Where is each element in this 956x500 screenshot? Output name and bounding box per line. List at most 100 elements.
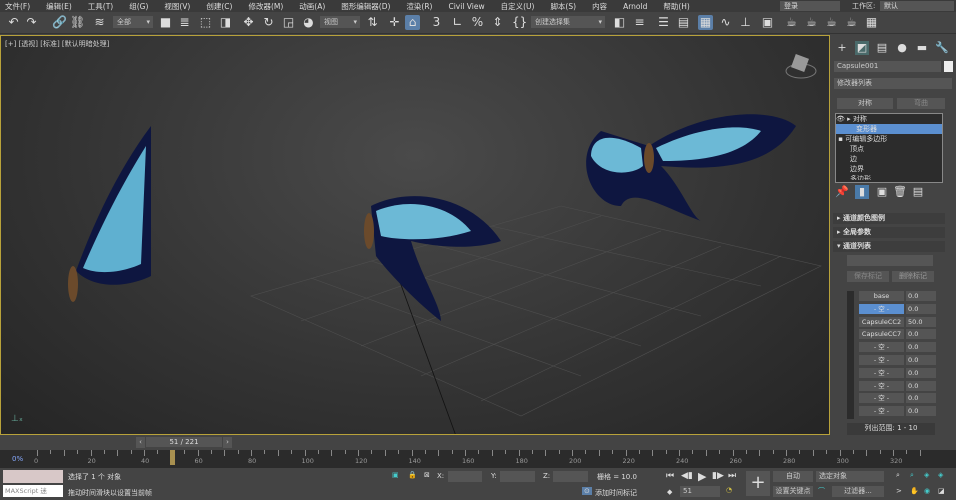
modifier-list-dropdown[interactable]: 修改器列表 (834, 78, 952, 89)
next-frame-button[interactable]: › (223, 437, 232, 448)
render-online-icon[interactable]: ▦ (864, 15, 879, 30)
channel-value-spinner[interactable]: 0.0 (906, 355, 936, 365)
channel-name-button[interactable]: CapsuleCC2 (859, 316, 904, 327)
stack-item[interactable]: 顶点 (836, 144, 942, 154)
channel-value-spinner[interactable]: 0.0 (906, 393, 936, 404)
channel-value-spinner[interactable]: 0.0 (906, 303, 936, 314)
select-by-name-icon[interactable]: ≣ (177, 15, 192, 30)
channel-value-spinner[interactable]: 0.0 (906, 367, 936, 378)
menu-item[interactable]: 文件(F) (0, 1, 41, 12)
filters-button[interactable]: 过滤器... (832, 486, 884, 497)
pan-icon[interactable]: ✋ (910, 487, 919, 495)
dope-sheet-icon[interactable]: ⊥ (738, 15, 753, 30)
menu-item[interactable]: 工具(T) (83, 1, 124, 12)
maximize-viewport-icon[interactable]: ◪ (938, 487, 945, 495)
percent-snap-icon[interactable]: % (470, 15, 485, 30)
channel-value-spinner[interactable]: 0.0 (906, 380, 936, 391)
prev-frame-button[interactable]: ‹ (136, 437, 145, 448)
butterfly-right[interactable] (586, 114, 796, 221)
selection-filter-dropdown[interactable]: 全部 (113, 16, 153, 28)
goto-end-icon[interactable]: ⏭ (728, 471, 736, 481)
stack-item[interactable]: ▪ 可编辑多边形 (836, 134, 942, 144)
make-unique-icon[interactable]: ▣ (875, 185, 889, 199)
channel-name-button[interactable]: - 空 - (859, 303, 904, 314)
manipulate-icon[interactable]: ✛ (387, 15, 402, 30)
motion-tab-icon[interactable]: ● (895, 41, 909, 55)
object-color-swatch[interactable] (944, 61, 953, 72)
set-key-big-icon[interactable]: + (746, 471, 770, 496)
modifier-stack[interactable]: 👁 ▸ 对称 变形器 ▪ 可编辑多边形 顶点 边 边界 多边形 (835, 113, 943, 183)
x-coord-input[interactable] (448, 471, 482, 482)
login-dropdown[interactable]: 登录 (780, 1, 840, 11)
play-icon[interactable]: ▶ (698, 470, 706, 483)
reference-coord-dropdown[interactable]: 视图 (320, 16, 360, 28)
stack-item-selected[interactable]: 变形器 (836, 124, 942, 134)
bend-button[interactable]: 弯曲 (897, 98, 945, 109)
rotate-icon[interactable]: ↻ (261, 15, 276, 30)
channel-row[interactable]: - 空 -0.0 (859, 406, 939, 417)
channel-row[interactable]: - 空 -0.0 (859, 367, 939, 378)
isolate-icon[interactable]: ▣ (392, 471, 399, 479)
menu-item[interactable]: 创建(C) (201, 1, 243, 12)
configure-sets-icon[interactable]: ▤ (911, 185, 925, 199)
goto-start-icon[interactable]: ⏮ (666, 471, 674, 481)
object-name-input[interactable]: Capsule001 (834, 61, 941, 72)
menu-item[interactable]: 渲染(R) (401, 1, 443, 12)
workspace-dropdown[interactable]: 默认 (880, 1, 954, 11)
butterfly-left[interactable] (68, 126, 151, 302)
rollout-channel-color-legend[interactable]: ▸ 通道颜色图例 (833, 213, 945, 224)
key-filter-dropdown[interactable]: 选定对象 (816, 471, 884, 482)
channel-row[interactable]: - 空 -0.0 (859, 342, 939, 353)
current-frame-input[interactable]: 51 (680, 486, 720, 497)
menu-item[interactable]: 脚本(S) (545, 1, 587, 12)
undo-icon[interactable]: ↶ (6, 15, 21, 30)
render-setup-icon[interactable]: ☕ (784, 15, 799, 30)
zoom-extents-all-icon[interactable]: ◈ (938, 471, 943, 479)
bind-spacewarp-icon[interactable]: ≋ (92, 15, 107, 30)
window-crossing-icon[interactable]: ◨ (218, 15, 233, 30)
menu-item[interactable]: 自定义(U) (496, 1, 546, 12)
menu-item[interactable]: 组(G) (124, 1, 159, 12)
modify-tab-icon[interactable]: ◩ (855, 41, 869, 55)
mirror-icon[interactable]: ◧ (612, 15, 627, 30)
create-tab-icon[interactable]: + (835, 41, 849, 55)
channel-name-button[interactable]: - 空 - (859, 393, 904, 404)
keyboard-shortcut-icon[interactable]: ⌂ (405, 15, 420, 30)
channel-row[interactable]: - 空 -0.0 (859, 355, 939, 365)
show-end-result-icon[interactable]: ▮ (855, 185, 869, 199)
menu-item[interactable]: 图形编辑器(D) (336, 1, 401, 12)
channel-name-button[interactable]: CapsuleCC7 (859, 329, 904, 340)
viewcube-icon[interactable] (785, 54, 817, 79)
key-tangent-icon[interactable]: ⌒ (818, 486, 825, 496)
channel-row[interactable]: CapsuleCC7 0.0 (859, 329, 939, 340)
menu-item[interactable]: 视图(V) (159, 1, 201, 12)
layer-explorer-icon[interactable]: ▤ (676, 15, 691, 30)
spinner-snap-icon[interactable]: ⇕ (490, 15, 505, 30)
channel-value-spinner[interactable]: 0.0 (906, 291, 936, 301)
select-object-icon[interactable]: ■ (158, 15, 173, 30)
zoom-icon[interactable]: ⌕ (896, 471, 900, 480)
butterfly-middle[interactable] (364, 196, 501, 321)
stack-item[interactable]: 边 (836, 154, 942, 164)
channel-value-spinner[interactable]: 50.0 (906, 316, 936, 327)
z-coord-input[interactable] (553, 471, 588, 482)
remove-modifier-icon[interactable]: 🗑 (893, 185, 907, 199)
redo-icon[interactable]: ↷ (24, 15, 39, 30)
channel-name-button[interactable]: base (859, 291, 904, 301)
menu-item[interactable]: Arnold (618, 2, 658, 11)
channel-value-spinner[interactable]: 0.0 (906, 342, 936, 353)
scene-explorer-icon[interactable]: ☰ (656, 15, 671, 30)
add-time-tag[interactable]: 添加时间标记 (595, 488, 637, 498)
channel-value-spinner[interactable]: 0.0 (906, 406, 936, 417)
pivot-icon[interactable]: ⇅ (365, 15, 380, 30)
delete-marker-button[interactable]: 删除标记 (892, 271, 934, 282)
timeline-track[interactable]: 0% 0 20 40 60 80 100 120 140 160 180 200 220 240 260 2… (0, 450, 956, 468)
time-tag-icon[interactable]: ⊙ (582, 487, 592, 495)
named-selection-dropdown[interactable]: 创建选择集 (531, 16, 605, 28)
placement-icon[interactable]: ◕ (301, 15, 316, 30)
set-key-button[interactable]: 设置关键点 (773, 486, 813, 497)
stack-item[interactable]: 👁 ▸ 对称 (836, 114, 942, 124)
channel-name-button[interactable]: - 空 - (859, 406, 904, 417)
menu-item[interactable]: 编辑(E) (41, 1, 83, 12)
snap-3d-icon[interactable]: 3 (429, 15, 444, 30)
